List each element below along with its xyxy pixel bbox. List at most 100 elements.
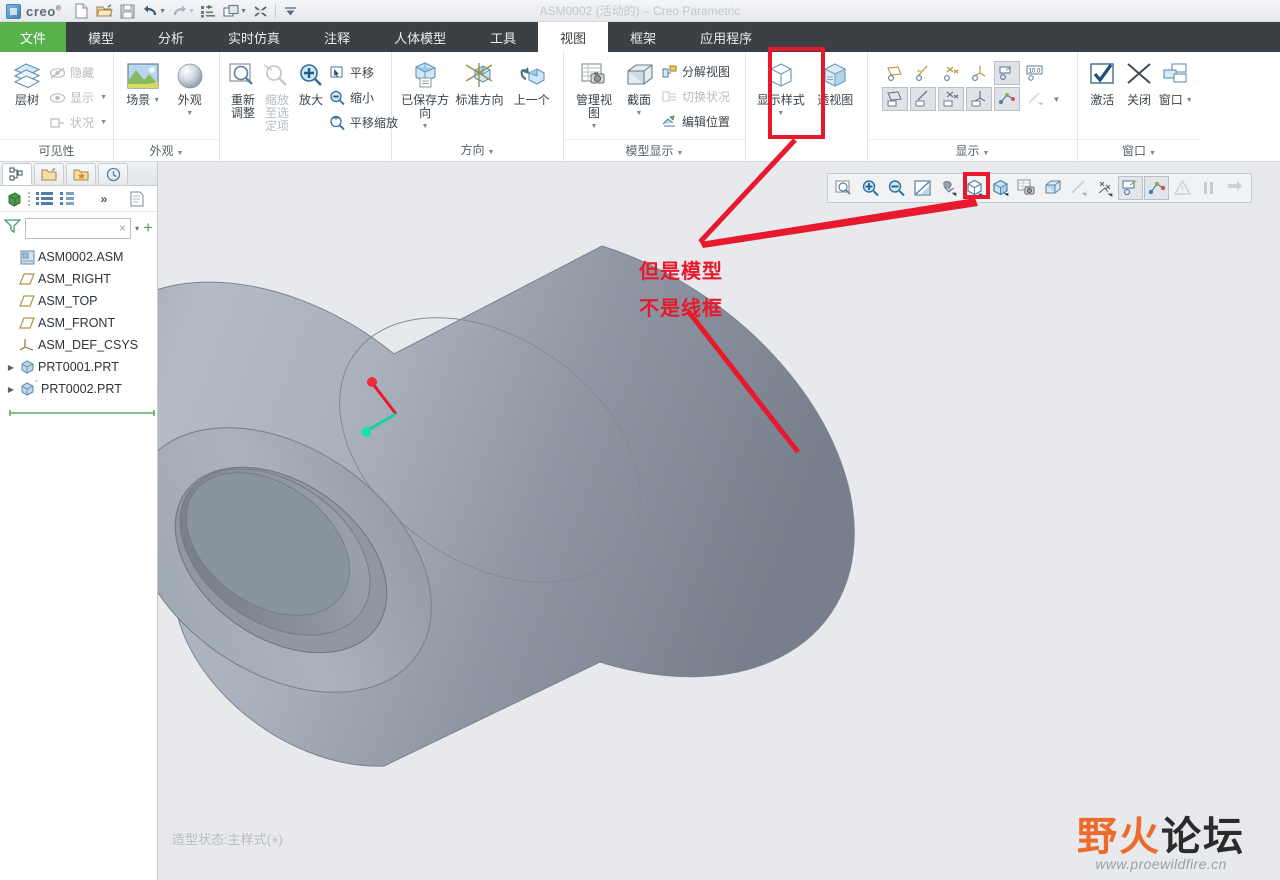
edit-position-button[interactable]: 编辑位置 [660, 109, 730, 134]
window-switch-dropdown-icon[interactable]: ▼ [239, 8, 249, 15]
clear-search-icon[interactable]: × [119, 221, 126, 235]
exploded-view-button[interactable]: 分解视图 [660, 59, 730, 84]
manage-views-button[interactable]: 管理视图 ▼ [570, 57, 618, 135]
window-dropdown-icon[interactable]: ▼ [1186, 94, 1193, 107]
tree-row-prt0002[interactable]: ▶ ▫ PRT0002.PRT [4, 378, 157, 400]
settings-list-icon[interactable] [34, 189, 54, 209]
favorites-tab[interactable] [66, 163, 96, 185]
zoom-in-icon[interactable] [858, 176, 883, 200]
tree-search-input[interactable]: × [25, 217, 132, 239]
tree-row-asm-right[interactable]: ASM_RIGHT [4, 268, 157, 290]
tree-row-asm-top[interactable]: ASM_TOP [4, 290, 157, 312]
layer-tree-button[interactable]: 层树 [6, 57, 48, 109]
appearance-button[interactable]: 外观 ▼ [167, 57, 214, 122]
ribbon-tab-framework[interactable]: 框架 [608, 22, 678, 52]
save-icon[interactable] [116, 1, 139, 21]
ribbon-tab-tools[interactable]: 工具 [468, 22, 538, 52]
manage-views-dropdown-icon[interactable]: ▼ [591, 120, 598, 133]
filter-dropdown-icon[interactable]: ▾ [135, 224, 139, 233]
spin-center-icon[interactable] [1144, 176, 1169, 200]
tree-expander-prt0002[interactable]: ▶ [4, 385, 18, 394]
pan-zoom-button[interactable]: 平移缩放 [328, 110, 398, 135]
edge-display-icon[interactable] [1022, 87, 1048, 111]
open-file-icon[interactable] [93, 1, 116, 21]
toggle-status-button[interactable]: 切换状况 [660, 84, 730, 109]
point-tag-display-icon[interactable] [937, 87, 964, 111]
plane-tag-display-icon[interactable] [881, 87, 908, 111]
section-button[interactable]: 截面 ▼ [618, 57, 660, 122]
zoom-in-button[interactable]: 放大 [294, 57, 328, 109]
manage-views-icon[interactable] [1014, 176, 1039, 200]
tree-columns-icon[interactable] [57, 189, 77, 209]
previous-view-button[interactable]: 上一个 [507, 57, 557, 109]
refit-icon[interactable] [832, 176, 857, 200]
annotation-display-icon[interactable] [993, 61, 1020, 85]
scene-button[interactable]: 场景 ▼ [120, 57, 167, 109]
ribbon-tab-model[interactable]: 模型 [66, 22, 136, 52]
tree-row-prt0001[interactable]: ▶ PRT0001.PRT [4, 356, 157, 378]
refit-button[interactable]: 重新调整 [226, 57, 260, 122]
tree-filters-icon[interactable] [127, 189, 147, 209]
saved-orientation-dropdown-icon[interactable]: ▼ [422, 120, 429, 133]
scene-dropdown-icon[interactable]: ▼ [153, 94, 160, 107]
perspective-icon[interactable] [988, 176, 1013, 200]
close-button[interactable]: 关闭 [1121, 57, 1158, 109]
activate-button[interactable]: 激活 [1084, 57, 1121, 109]
appearance-group-dialog-icon[interactable]: ▼ [177, 150, 184, 157]
pan-button[interactable]: 平移 [328, 60, 398, 85]
csys-display-icon[interactable] [966, 61, 992, 85]
saved-orientations-icon[interactable] [936, 176, 961, 200]
ribbon-tab-view[interactable]: 视图 [538, 22, 609, 52]
ribbon-tab-annotate[interactable]: 注释 [302, 22, 372, 52]
folder-browser-tab[interactable] [34, 163, 64, 185]
ribbon-tab-human-model[interactable]: 人体模型 [372, 22, 468, 52]
spin-center-icon[interactable] [993, 87, 1020, 111]
annotation-display-icon[interactable] [1118, 176, 1143, 200]
dimension-display-icon[interactable]: 10.0 [1022, 61, 1048, 85]
edge-display-icon[interactable] [1066, 176, 1091, 200]
tree-row-asm-front[interactable]: ASM_FRONT [4, 312, 157, 334]
tree-row-assembly[interactable]: ASM0002.ASM [4, 246, 157, 268]
regenerate-icon[interactable] [197, 1, 220, 21]
status-button[interactable]: 状况 ▼ [48, 110, 107, 135]
section-icon[interactable] [1040, 176, 1065, 200]
appearance-dropdown-icon[interactable]: ▼ [186, 107, 193, 120]
zoom-out-button[interactable]: 缩小 [328, 85, 398, 110]
undo-dropdown-icon[interactable]: ▼ [158, 8, 168, 15]
model-tree-tab[interactable] [2, 163, 32, 185]
show-button[interactable]: 显示 ▼ [48, 85, 107, 110]
tree-row-asm-def-csys[interactable]: ASM_DEF_CSYS [4, 334, 157, 356]
display-group-dialog-icon[interactable]: ▼ [983, 150, 990, 157]
ribbon-tab-applications[interactable]: 应用程序 [678, 22, 774, 52]
filter-funnel-icon[interactable] [3, 218, 22, 239]
repaint-icon[interactable] [910, 176, 935, 200]
new-file-icon[interactable] [70, 1, 93, 21]
tree-expander-prt0001[interactable]: ▶ [4, 363, 18, 372]
axis-display-icon[interactable] [910, 61, 936, 85]
point-display-icon[interactable] [938, 61, 964, 85]
standard-orientation-button[interactable]: 标准方向 [452, 57, 506, 109]
zoom-to-selection-button[interactable]: 缩放至选定项 [260, 57, 294, 135]
history-tab[interactable] [98, 163, 128, 185]
show-icon[interactable] [4, 189, 24, 209]
status-dropdown-icon[interactable]: ▼ [100, 119, 107, 126]
datum-display-filters-icon[interactable] [1092, 176, 1117, 200]
pause-icon[interactable] [1196, 176, 1221, 200]
show-dropdown-icon[interactable]: ▼ [100, 94, 107, 101]
hide-button[interactable]: 隐藏 [48, 60, 107, 85]
csys-tag-display-icon[interactable] [965, 87, 992, 111]
customize-qat-icon[interactable] [279, 1, 302, 21]
section-dropdown-icon[interactable]: ▼ [636, 107, 643, 120]
ribbon-tab-analysis[interactable]: 分析 [136, 22, 206, 52]
add-filter-icon[interactable]: + [143, 219, 153, 236]
axis-tag-display-icon[interactable] [909, 87, 936, 111]
saved-orientation-button[interactable]: 已保存方向 ▼ [398, 57, 452, 135]
window-button[interactable]: 窗口 ▼ [1157, 57, 1194, 109]
more-chevrons-icon[interactable]: » [94, 189, 114, 209]
plane-display-icon[interactable] [882, 61, 908, 85]
zoom-out-icon[interactable] [884, 176, 909, 200]
window-group-dialog-icon[interactable]: ▼ [1149, 150, 1156, 157]
close-window-icon[interactable] [249, 1, 272, 21]
display-more-dropdown-icon[interactable]: ▼ [1050, 87, 1064, 111]
orientation-group-dialog-icon[interactable]: ▼ [488, 149, 495, 156]
